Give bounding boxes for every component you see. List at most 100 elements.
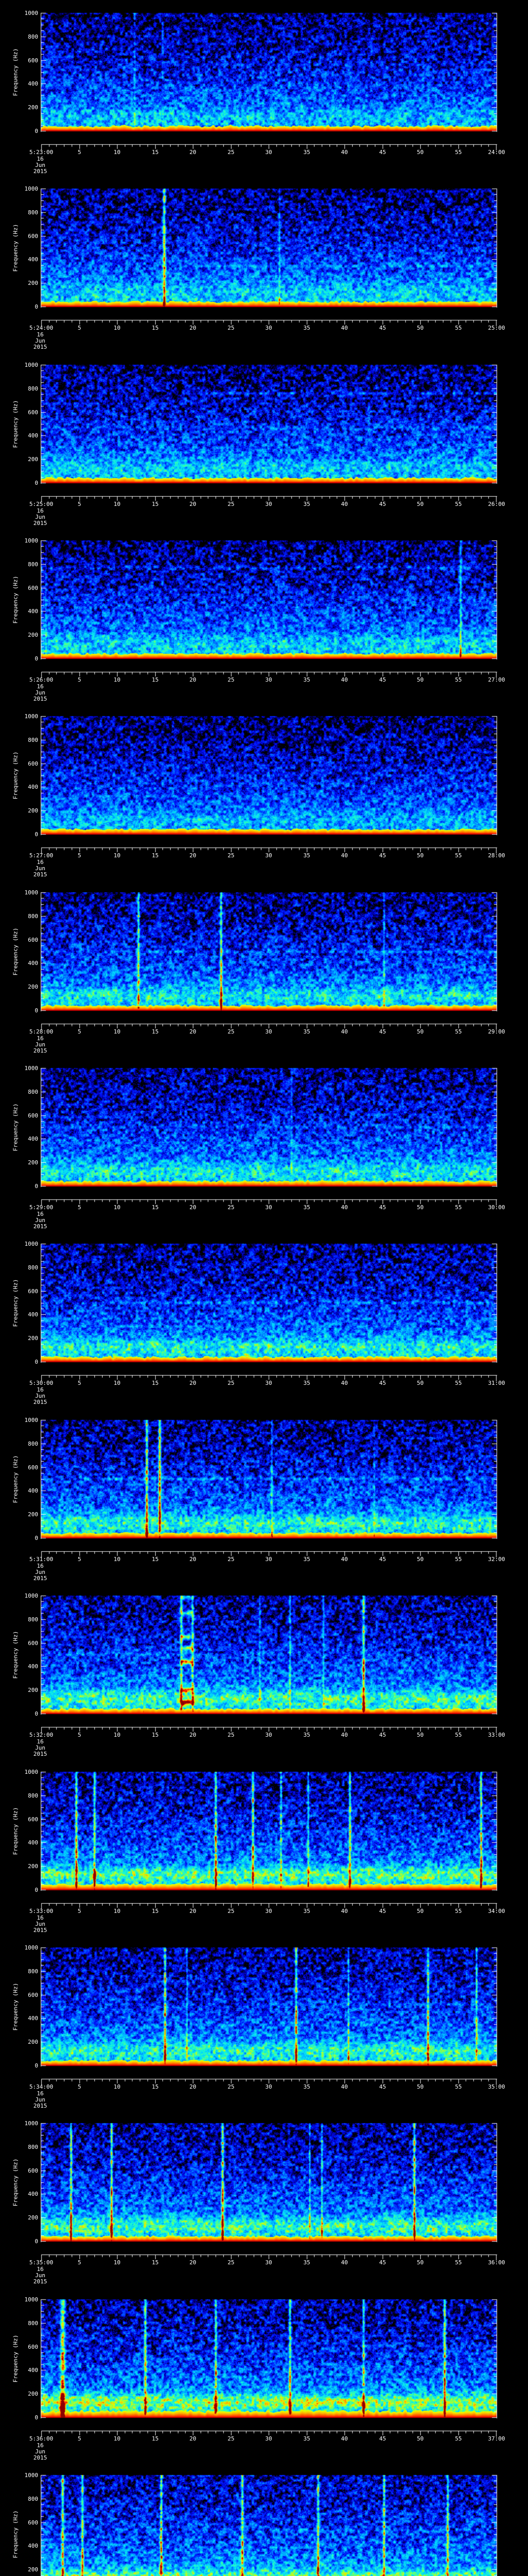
y-tick-label: 200 xyxy=(28,1863,38,1870)
date-label: Jun xyxy=(35,1744,45,1751)
y-tick-label: 0 xyxy=(35,831,38,838)
y-tick-label: 1000 xyxy=(24,889,39,896)
date-label: Jun xyxy=(35,2448,45,2455)
y-tick-label: 800 xyxy=(28,33,38,40)
x-end-label: 27:00 xyxy=(488,676,505,683)
spectrogram-panel: 0 200 400 600 800 1000 Frequency (Hz) 5:27:00 5 1… xyxy=(0,703,528,879)
date-label: Jun xyxy=(35,2272,45,2279)
date-label: 16 xyxy=(37,2442,44,2449)
y-tick-label: 800 xyxy=(28,737,38,743)
date-label: Jun xyxy=(35,1921,45,1927)
spectrogram-panel: 0 200 400 600 800 1000 Frequency (Hz) 5:32:00 5 1… xyxy=(0,1583,528,1759)
y-tick-label: 800 xyxy=(28,561,38,568)
spectrogram-canvas xyxy=(0,2462,528,2576)
y-axis-title: Frequency (Hz) xyxy=(12,1455,19,1503)
y-tick-label: 200 xyxy=(28,1511,38,1518)
date-label: 2015 xyxy=(33,2454,47,2461)
date-label: Jun xyxy=(35,865,45,872)
y-tick-label: 0 xyxy=(35,480,38,486)
y-tick-label: 800 xyxy=(28,2496,38,2502)
y-tick-label: 1000 xyxy=(24,362,39,368)
y-axis-title: Frequency (Hz) xyxy=(12,1103,19,1151)
y-axis-title: Frequency (Hz) xyxy=(12,1279,19,1327)
y-axis-title: Frequency (Hz) xyxy=(12,224,19,272)
y-tick-label: 200 xyxy=(28,807,38,814)
y-tick-label: 0 xyxy=(35,2062,38,2069)
y-axis-title: Frequency (Hz) xyxy=(12,575,19,624)
y-tick-label: 0 xyxy=(35,2414,38,2421)
y-tick-label: 800 xyxy=(28,2320,38,2327)
date-label: 2015 xyxy=(33,168,47,175)
date-label: Jun xyxy=(35,689,45,696)
spectrogram-panel: 02004006008001000Frequency (Hz)5:37:0051… xyxy=(0,2462,528,2576)
y-tick-label: 800 xyxy=(28,385,38,392)
y-tick-label: 1000 xyxy=(24,1944,39,1951)
y-axis-title: Frequency (Hz) xyxy=(12,751,19,800)
y-tick-label: 200 xyxy=(28,984,38,990)
y-tick-label: 800 xyxy=(28,1968,38,1975)
date-label: Jun xyxy=(35,337,45,344)
spectrogram-panel: 0 200 400 600 800 1000 Frequency (Hz) 5:36:00 5 1… xyxy=(0,2286,528,2463)
y-tick-label: 1000 xyxy=(24,2472,39,2479)
y-tick-label: 0 xyxy=(35,128,38,134)
spectrogram-panel: 0 200 400 600 800 1000 Frequency (Hz) 5:28:00 5 1… xyxy=(0,879,528,1056)
x-end-label: 36:00 xyxy=(488,2259,505,2266)
date-label: Jun xyxy=(35,2096,45,2103)
date-label: 16 xyxy=(37,1035,44,1042)
date-label: 16 xyxy=(37,1914,44,1921)
date-label: 2015 xyxy=(33,344,47,350)
date-label: 2015 xyxy=(33,1927,47,1934)
date-label: Jun xyxy=(35,162,45,168)
x-end-label: 37:00 xyxy=(488,2435,505,2442)
y-tick-label: 800 xyxy=(28,1792,38,1799)
y-axis-title: Frequency (Hz) xyxy=(12,2334,19,2383)
date-label: 16 xyxy=(37,156,44,162)
y-axis-title: Frequency (Hz) xyxy=(12,48,19,96)
y-tick-label: 0 xyxy=(35,1887,38,1893)
y-axis-title: Frequency (Hz) xyxy=(12,1807,19,1855)
y-tick-label: 200 xyxy=(28,1335,38,1342)
spectrogram-panel: 0 200 400 600 800 1000 Frequency (Hz) 5:31:00 5 1… xyxy=(0,1407,528,1583)
y-tick-label: 1000 xyxy=(24,185,39,192)
y-axis-title: Frequency (Hz) xyxy=(12,927,19,976)
date-label: 16 xyxy=(37,1738,44,1745)
y-tick-label: 0 xyxy=(35,1359,38,1365)
y-tick-label: 800 xyxy=(28,2144,38,2150)
date-label: 16 xyxy=(37,1211,44,1217)
y-tick-label: 200 xyxy=(28,1687,38,1693)
date-label: Jun xyxy=(35,1569,45,1575)
spectrogram-panel: 0 200 400 600 800 1000 Frequency (Hz) 5:33:00 5 1… xyxy=(0,1759,528,1935)
spectrogram-panel: 0 200 400 600 800 1000 Frequency (Hz) 5:24:00 5 1… xyxy=(0,176,528,352)
y-tick-label: 200 xyxy=(28,2039,38,2045)
x-end-label: 25:00 xyxy=(488,325,505,331)
date-label: Jun xyxy=(35,1217,45,1224)
y-axis-title: Frequency (Hz) xyxy=(12,1982,19,2031)
spectrogram-panel: 0 200 400 600 800 1000 Frequency (Hz) 5:26:00 5 1… xyxy=(0,528,528,704)
y-tick-label: 200 xyxy=(28,2214,38,2221)
y-axis-title: Frequency (Hz) xyxy=(12,400,19,448)
y-tick-label: 200 xyxy=(28,632,38,638)
x-end-label: 31:00 xyxy=(488,1380,505,1386)
date-label: 16 xyxy=(37,507,44,514)
date-label: 16 xyxy=(37,1386,44,1393)
y-axis-title: Frequency (Hz) xyxy=(12,2510,19,2558)
spectrogram-panel: 0 200 400 600 800 1000 Frequency (Hz) 5:30:00 5 1… xyxy=(0,1231,528,1407)
spectrogram-panel: 0 200 400 600 800 1000 Frequency (Hz) 5:35:00 5 1… xyxy=(0,2110,528,2286)
y-tick-label: 1000 xyxy=(24,1417,39,1423)
y-tick-label: 0 xyxy=(35,1710,38,1717)
x-end-label: 29:00 xyxy=(488,1028,505,1035)
date-label: Jun xyxy=(35,1041,45,1048)
date-label: 2015 xyxy=(33,2103,47,2109)
date-label: 16 xyxy=(37,2090,44,2097)
y-tick-label: 800 xyxy=(28,1089,38,1095)
y-tick-label: 800 xyxy=(28,1616,38,1623)
spectrogram-panel: 0 200 400 600 800 1000 Frequency (Hz) 5:29:00 5 1… xyxy=(0,1055,528,1231)
date-label: 2015 xyxy=(33,1223,47,1230)
y-tick-label: 200 xyxy=(28,280,38,286)
date-label: 16 xyxy=(37,859,44,866)
y-tick-label: 800 xyxy=(28,1440,38,1447)
y-tick-label: 200 xyxy=(28,2391,38,2397)
date-label: 2015 xyxy=(33,520,47,527)
date-label: 2015 xyxy=(33,1575,47,1582)
y-tick-label: 1000 xyxy=(24,1592,39,1599)
